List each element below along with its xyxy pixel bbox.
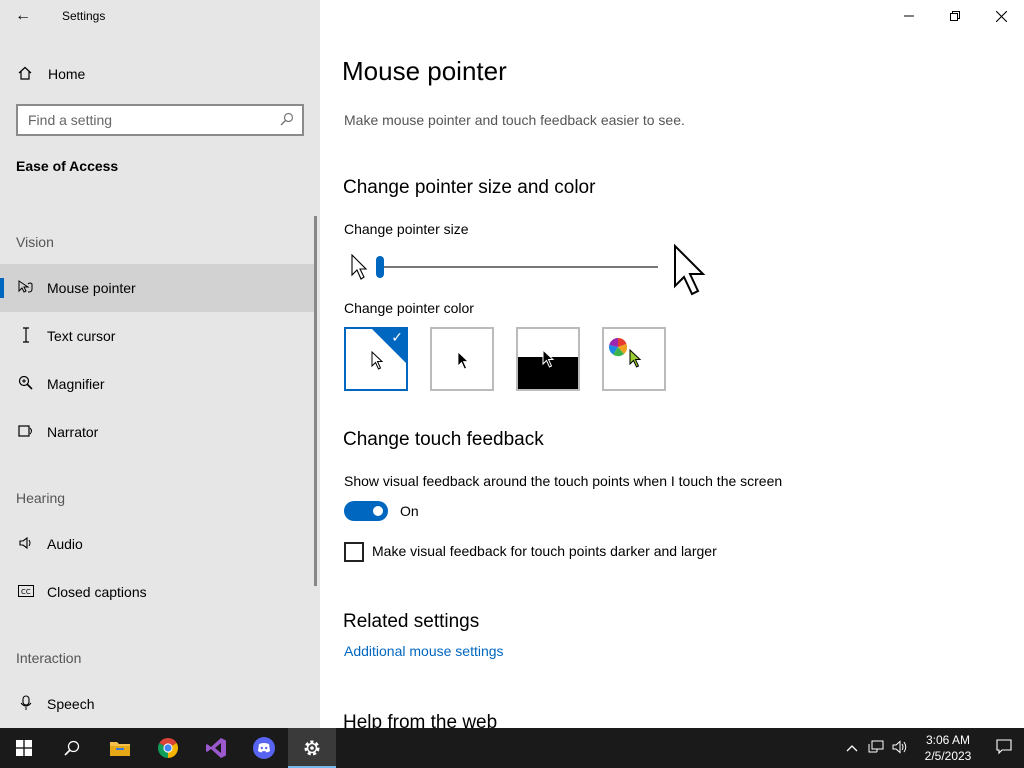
speech-icon	[16, 694, 36, 714]
clock-time: 3:06 AM	[925, 733, 971, 747]
search-placeholder: Find a setting	[28, 112, 113, 128]
section-label-hearing: Hearing	[16, 490, 66, 506]
sidebar-item-label: Text cursor	[47, 328, 116, 344]
narrator-icon	[16, 423, 36, 442]
home-nav-item[interactable]: Home	[0, 56, 320, 92]
title-bar: ← Settings	[0, 0, 320, 32]
sidebar-item-closed-captions[interactable]: CC Closed captions	[0, 568, 316, 616]
sidebar-item-audio[interactable]: Audio	[0, 520, 316, 568]
pointer-size-label: Change pointer size	[344, 221, 469, 237]
home-icon	[18, 66, 34, 83]
visual-studio-icon[interactable]	[192, 728, 240, 768]
darker-feedback-label: Make visual feedback for touch points da…	[372, 543, 717, 559]
section-heading-size-color: Change pointer size and color	[343, 177, 596, 198]
taskbar: 3:06 AM 2/5/2023	[0, 728, 1024, 768]
section-label-interaction: Interaction	[16, 650, 82, 666]
sidebar-item-label: Narrator	[47, 424, 99, 440]
section-label-vision: Vision	[16, 234, 54, 250]
sidebar: ← Settings Home Find a setting Ease of A…	[0, 0, 320, 728]
search-icon[interactable]	[280, 112, 294, 129]
darker-feedback-checkbox[interactable]	[344, 542, 364, 562]
taskbar-clock[interactable]: 3:06 AM 2/5/2023	[912, 732, 984, 764]
magnifier-icon	[16, 375, 36, 394]
category-heading: Ease of Access	[16, 158, 119, 174]
clock-date: 2/5/2023	[924, 749, 972, 763]
additional-mouse-settings-link[interactable]: Additional mouse settings	[344, 643, 504, 659]
color-wheel-icon	[608, 337, 628, 357]
main-content: Mouse pointer Make mouse pointer and tou…	[320, 0, 1024, 728]
discord-icon[interactable]	[240, 728, 288, 768]
chrome-icon[interactable]	[144, 728, 192, 768]
back-arrow-icon[interactable]: ←	[0, 0, 46, 32]
notifications-icon[interactable]	[984, 738, 1024, 758]
touch-feedback-label: Show visual feedback around the touch po…	[344, 473, 783, 489]
pointer-size-slider-track[interactable]	[378, 266, 658, 268]
touch-feedback-toggle[interactable]	[344, 501, 388, 521]
checkmark-icon: ✓	[391, 329, 403, 345]
pointer-color-inverted-option[interactable]	[516, 327, 580, 391]
pointer-color-label: Change pointer color	[344, 300, 474, 316]
toggle-state-label: On	[400, 503, 419, 519]
sidebar-item-label: Speech	[47, 696, 95, 712]
sidebar-item-label: Audio	[47, 536, 83, 552]
search-input[interactable]: Find a setting	[16, 104, 304, 136]
pointer-color-custom-option[interactable]	[602, 327, 666, 391]
sidebar-item-mouse-pointer[interactable]: Mouse pointer	[0, 264, 316, 312]
page-title: Mouse pointer	[342, 56, 507, 86]
app-title: Settings	[62, 9, 106, 23]
section-heading-related: Related settings	[343, 611, 480, 632]
windows-start-icon[interactable]	[0, 728, 48, 768]
home-label: Home	[48, 66, 86, 82]
text-cursor-icon	[16, 326, 36, 346]
sidebar-item-magnifier[interactable]: Magnifier	[0, 360, 316, 408]
sidebar-item-label: Mouse pointer	[47, 280, 136, 296]
pointer-color-white-option[interactable]: ✓	[344, 327, 408, 391]
sidebar-item-speech[interactable]: Speech	[0, 680, 316, 728]
audio-icon	[16, 535, 36, 554]
sidebar-item-label: Magnifier	[47, 376, 105, 392]
sidebar-item-label: Closed captions	[47, 584, 147, 600]
page-subtitle: Make mouse pointer and touch feedback ea…	[344, 112, 685, 128]
section-heading-touch: Change touch feedback	[343, 429, 544, 450]
chevron-up-icon[interactable]	[840, 741, 864, 755]
network-icon[interactable]	[864, 740, 888, 757]
system-tray: 3:06 AM 2/5/2023	[840, 728, 1024, 768]
closed-captions-icon: CC	[16, 584, 36, 600]
section-heading-help: Help from the web	[343, 712, 498, 728]
svg-text:CC: CC	[21, 588, 31, 596]
sidebar-scrollbar[interactable]	[314, 216, 317, 586]
large-pointer-icon	[672, 243, 708, 301]
toggle-knob	[373, 506, 383, 516]
small-pointer-icon	[350, 253, 368, 285]
file-explorer-icon[interactable]	[96, 728, 144, 768]
settings-gear-icon[interactable]	[288, 728, 336, 768]
sidebar-item-narrator[interactable]: Narrator	[0, 408, 316, 456]
taskbar-search-icon[interactable]	[48, 728, 96, 768]
sidebar-item-text-cursor[interactable]: Text cursor	[0, 312, 316, 360]
pointer-size-slider-thumb[interactable]	[376, 256, 384, 278]
mouse-pointer-icon	[16, 279, 36, 298]
volume-icon[interactable]	[888, 739, 912, 757]
pointer-color-black-option[interactable]	[430, 327, 494, 391]
